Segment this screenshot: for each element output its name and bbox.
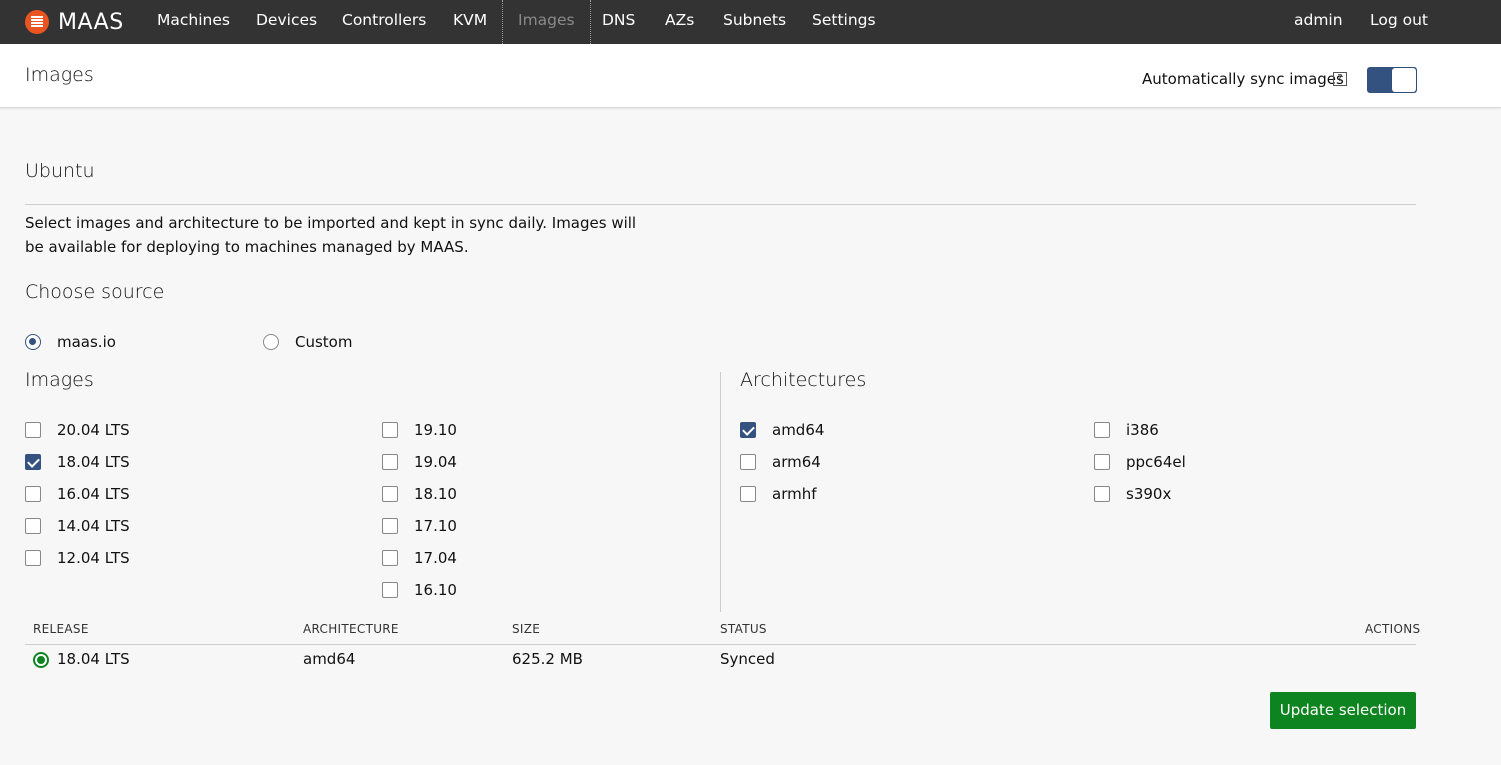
source-label: maas.io — [57, 333, 116, 351]
column-divider — [720, 372, 721, 612]
section-description: Select images and architecture to be imp… — [25, 214, 637, 256]
table-header-release: RELEASE — [33, 622, 89, 636]
auto-sync-toggle[interactable] — [1367, 67, 1417, 93]
nav-kvm[interactable]: KVM — [453, 0, 487, 44]
section-title-ubuntu: Ubuntu — [25, 160, 95, 182]
checkbox-icon[interactable] — [382, 454, 398, 470]
nav-devices[interactable]: Devices — [256, 0, 317, 44]
nav-images[interactable]: Images — [502, 0, 591, 44]
image-label: 18.04 LTS — [57, 453, 130, 471]
table-header-divider — [25, 644, 1416, 645]
arch-checkbox-armhf[interactable]: armhf — [740, 484, 817, 504]
choose-source-title: Choose source — [25, 281, 165, 303]
arch-checkbox-i386[interactable]: i386 — [1094, 420, 1159, 440]
image-checkbox-19-10[interactable]: 19.10 — [382, 420, 457, 440]
synced-status-icon — [33, 652, 49, 668]
image-label: 17.10 — [414, 517, 457, 535]
table-header-size: SIZE — [512, 622, 541, 636]
arch-label: s390x — [1126, 485, 1172, 503]
image-label: 16.04 LTS — [57, 485, 130, 503]
toggle-knob — [1392, 68, 1416, 92]
nav-machines[interactable]: Machines — [157, 0, 230, 44]
help-icon[interactable]: ? — [1333, 72, 1347, 86]
image-checkbox-20-04[interactable]: 20.04 LTS — [25, 420, 130, 440]
checkbox-icon[interactable] — [740, 486, 756, 502]
image-checkbox-18-04[interactable]: 18.04 LTS — [25, 452, 130, 472]
image-checkbox-17-04[interactable]: 17.04 — [382, 548, 457, 568]
page-header: Images Automatically sync images ? — [0, 44, 1501, 108]
nav-controllers[interactable]: Controllers — [342, 0, 426, 44]
image-checkbox-16-10[interactable]: 16.10 — [382, 580, 457, 600]
nav-logout[interactable]: Log out — [1370, 0, 1428, 44]
image-label: 19.04 — [414, 453, 457, 471]
page-title: Images — [25, 64, 94, 86]
image-checkbox-19-04[interactable]: 19.04 — [382, 452, 457, 472]
radio-selected-icon[interactable] — [25, 334, 41, 350]
checkbox-icon[interactable] — [382, 422, 398, 438]
checkbox-icon[interactable] — [1094, 422, 1110, 438]
source-option-maas-io[interactable]: maas.io — [25, 332, 116, 352]
checkbox-icon[interactable] — [25, 518, 41, 534]
checkbox-checked-icon[interactable] — [740, 422, 756, 438]
table-header-architecture: ARCHITECTURE — [303, 622, 399, 636]
arch-checkbox-arm64[interactable]: arm64 — [740, 452, 821, 472]
table-header-status: STATUS — [720, 622, 767, 636]
image-label: 18.10 — [414, 485, 457, 503]
table-cell-size: 625.2 MB — [512, 650, 583, 668]
top-navigation: MAAS Machines Devices Controllers KVM Im… — [0, 0, 1501, 44]
section-divider — [25, 204, 1416, 205]
nav-settings[interactable]: Settings — [812, 0, 876, 44]
update-selection-button[interactable]: Update selection — [1270, 692, 1416, 729]
image-checkbox-12-04[interactable]: 12.04 LTS — [25, 548, 130, 568]
checkbox-icon[interactable] — [25, 486, 41, 502]
app-name: MAAS — [58, 9, 124, 35]
radio-icon[interactable] — [263, 334, 279, 350]
nav-user[interactable]: admin — [1294, 0, 1343, 44]
arch-checkbox-s390x[interactable]: s390x — [1094, 484, 1171, 504]
nav-azs[interactable]: AZs — [665, 0, 694, 44]
arch-checkbox-amd64[interactable]: amd64 — [740, 420, 824, 440]
checkbox-icon[interactable] — [25, 550, 41, 566]
image-label: 12.04 LTS — [57, 549, 130, 567]
maas-logo[interactable]: MAAS — [25, 7, 124, 37]
maas-logo-icon — [25, 10, 49, 34]
checkbox-icon[interactable] — [382, 486, 398, 502]
image-label: 17.04 — [414, 549, 457, 567]
image-label: 19.10 — [414, 421, 457, 439]
arch-checkbox-ppc64el[interactable]: ppc64el — [1094, 452, 1186, 472]
arch-label: ppc64el — [1126, 453, 1186, 471]
arch-label: armhf — [772, 485, 817, 503]
checkbox-icon[interactable] — [382, 550, 398, 566]
table-cell-status: Synced — [720, 650, 775, 668]
images-title: Images — [25, 369, 94, 391]
checkbox-icon[interactable] — [740, 454, 756, 470]
architectures-title: Architectures — [740, 369, 867, 391]
image-label: 20.04 LTS — [57, 421, 130, 439]
image-label: 14.04 LTS — [57, 517, 130, 535]
checkbox-icon[interactable] — [25, 422, 41, 438]
arch-label: arm64 — [772, 453, 821, 471]
arch-label: amd64 — [772, 421, 825, 439]
image-checkbox-17-10[interactable]: 17.10 — [382, 516, 457, 536]
arch-label: i386 — [1126, 421, 1159, 439]
checkbox-icon[interactable] — [1094, 454, 1110, 470]
image-label: 16.10 — [414, 581, 457, 599]
source-label: Custom — [295, 333, 353, 351]
table-cell-architecture: amd64 — [303, 650, 356, 668]
table-header-actions: ACTIONS — [1365, 622, 1421, 636]
nav-dns[interactable]: DNS — [602, 0, 635, 44]
checkbox-checked-icon[interactable] — [25, 454, 41, 470]
image-checkbox-18-10[interactable]: 18.10 — [382, 484, 457, 504]
table-cell-release: 18.04 LTS — [57, 650, 130, 668]
checkbox-icon[interactable] — [382, 582, 398, 598]
source-option-custom[interactable]: Custom — [263, 332, 352, 352]
checkbox-icon[interactable] — [382, 518, 398, 534]
auto-sync-label: Automatically sync images — [1142, 70, 1344, 88]
checkbox-icon[interactable] — [1094, 486, 1110, 502]
image-checkbox-16-04[interactable]: 16.04 LTS — [25, 484, 130, 504]
image-checkbox-14-04[interactable]: 14.04 LTS — [25, 516, 130, 536]
nav-subnets[interactable]: Subnets — [723, 0, 786, 44]
